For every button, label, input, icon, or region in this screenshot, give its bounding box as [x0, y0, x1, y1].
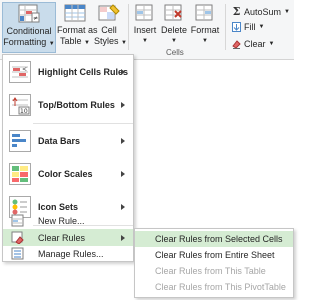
format-as-table-label-2: Table ▼ — [60, 36, 90, 46]
ribbon: ≠ Conditional Formatting ▼ Format as Tab… — [0, 0, 294, 60]
menu-item-label: Data Bars — [38, 136, 81, 146]
menu-item-new-rule[interactable]: New Rule... — [3, 213, 133, 228]
format-button[interactable]: Format ▼ — [190, 2, 220, 46]
cell-styles-icon — [97, 2, 121, 24]
delete-cells-icon — [162, 2, 186, 24]
conditional-formatting-icon: ≠ — [17, 3, 41, 25]
conditional-formatting-label-1: Conditional — [6, 26, 52, 36]
conditional-formatting-label-2: Formatting ▼ — [3, 37, 55, 47]
cell-styles-button[interactable]: Cell Styles ▼ — [94, 2, 127, 53]
chevron-down-icon: ▼ — [202, 38, 208, 44]
submenu-arrow-icon — [121, 171, 125, 177]
svg-text:<: < — [22, 66, 27, 73]
autosum-button[interactable]: Σ AutoSum ▼ — [232, 5, 290, 18]
new-rule-icon — [11, 214, 24, 227]
cell-styles-label-1: Cell — [101, 25, 117, 35]
submenu-item-clear-entire-sheet[interactable]: Clear Rules from Entire Sheet — [135, 247, 293, 263]
chevron-down-icon: ▼ — [84, 40, 90, 46]
sigma-icon: Σ — [232, 5, 241, 18]
menu-item-label: Clear Rules — [38, 232, 86, 243]
menu-item-label: Highlight Cells Rules — [38, 67, 129, 77]
clear-rules-submenu: Clear Rules from Selected Cells Clear Ru… — [134, 228, 294, 298]
menu-item-label: New Rule... — [38, 215, 85, 226]
color-scales-icon — [9, 163, 31, 185]
svg-text:≠: ≠ — [33, 15, 38, 22]
cells-group-label: Cells — [166, 48, 184, 57]
chevron-down-icon: ▼ — [258, 24, 265, 30]
eraser-icon — [232, 39, 241, 49]
data-bars-icon — [9, 130, 31, 152]
submenu-arrow-icon — [121, 138, 125, 144]
submenu-arrow-icon — [121, 69, 125, 75]
submenu-arrow-icon — [121, 234, 125, 241]
conditional-formatting-menu: < Highlight Cells Rules 10 Top/Bottom Ru… — [2, 54, 134, 262]
format-cells-icon — [193, 2, 217, 24]
submenu-arrow-icon — [121, 204, 125, 210]
insert-cells-icon — [133, 2, 157, 24]
fill-label: Fill — [244, 22, 256, 32]
menu-separator — [33, 123, 133, 124]
fill-button[interactable]: Fill ▼ — [232, 22, 264, 32]
clear-rules-icon — [11, 231, 24, 245]
menu-item-label: Icon Sets — [38, 202, 79, 212]
delete-button[interactable]: Delete ▼ — [160, 2, 188, 46]
format-as-table-label-1: Format as — [57, 25, 98, 35]
autosum-label: AutoSum — [244, 6, 282, 17]
menu-item-clear-rules[interactable]: Clear Rules — [3, 229, 133, 246]
submenu-arrow-icon — [121, 102, 125, 108]
format-as-table-icon — [63, 2, 87, 24]
conditional-formatting-button[interactable]: ≠ Conditional Formatting ▼ — [2, 2, 56, 53]
highlight-cells-rules-icon: < — [9, 61, 31, 83]
insert-button[interactable]: Insert ▼ — [132, 2, 158, 46]
menu-item-top-bottom-rules[interactable]: 10 Top/Bottom Rules — [3, 90, 133, 120]
chevron-down-icon: ▼ — [121, 40, 127, 46]
group-separator — [225, 4, 226, 50]
submenu-item-clear-this-table: Clear Rules from This Table — [155, 266, 266, 276]
format-as-table-button[interactable]: Format as Table ▼ — [57, 2, 98, 53]
chevron-down-icon: ▼ — [284, 8, 290, 15]
chevron-down-icon: ▼ — [268, 41, 275, 47]
chevron-down-icon: ▼ — [142, 38, 148, 44]
svg-text:10: 10 — [20, 108, 28, 115]
menu-item-manage-rules[interactable]: Manage Rules... — [3, 246, 133, 261]
group-separator — [128, 4, 129, 50]
clear-label: Clear — [244, 39, 266, 49]
menu-item-label: Manage Rules... — [38, 248, 104, 259]
menu-item-label: Top/Bottom Rules — [38, 100, 115, 110]
menu-item-highlight-cells-rules[interactable]: < Highlight Cells Rules — [3, 57, 133, 87]
cell-styles-label-2: Styles ▼ — [94, 36, 127, 46]
menu-item-color-scales[interactable]: Color Scales — [3, 159, 133, 189]
chevron-down-icon: ▼ — [48, 41, 55, 47]
menu-item-data-bars[interactable]: Data Bars — [3, 126, 133, 156]
top-bottom-rules-icon: 10 — [9, 94, 31, 116]
delete-label: Delete — [160, 25, 187, 35]
submenu-item-clear-this-pivottable: Clear Rules from This PivotTable — [155, 282, 286, 292]
chevron-down-icon: ▼ — [171, 38, 177, 44]
submenu-item-clear-selected-cells[interactable]: Clear Rules from Selected Cells — [135, 231, 293, 247]
insert-label: Insert — [133, 25, 157, 35]
format-label: Format — [190, 25, 220, 35]
menu-item-label: Color Scales — [38, 169, 93, 179]
fill-down-icon — [232, 22, 241, 32]
manage-rules-icon — [11, 247, 24, 260]
clear-button[interactable]: Clear ▼ — [232, 39, 274, 49]
